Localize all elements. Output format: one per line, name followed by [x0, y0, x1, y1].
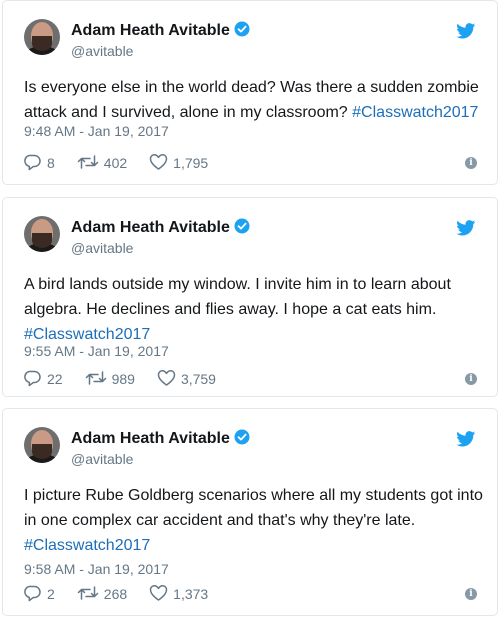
- tweet-card[interactable]: Adam Heath Avitable @avitable I picture …: [2, 408, 498, 616]
- heart-icon: [149, 584, 173, 605]
- reply-icon: [24, 584, 47, 605]
- avatar[interactable]: [24, 19, 60, 55]
- reply-count: 8: [47, 155, 55, 171]
- reply-button[interactable]: 8: [24, 153, 55, 174]
- tweet-timestamp[interactable]: 9:55 AM - Jan 19, 2017: [24, 343, 169, 359]
- author-name[interactable]: Adam Heath Avitable: [71, 219, 230, 236]
- author-handle[interactable]: @avitable: [71, 240, 133, 256]
- reply-button[interactable]: 2: [24, 584, 55, 605]
- verified-badge-icon: [234, 429, 250, 450]
- retweet-icon: [77, 153, 104, 174]
- twitter-bird-icon[interactable]: [456, 23, 476, 44]
- reply-count: 22: [47, 371, 63, 387]
- retweet-button[interactable]: 268: [77, 584, 127, 605]
- retweet-icon: [77, 584, 104, 605]
- author-name[interactable]: Adam Heath Avitable: [71, 22, 230, 39]
- hashtag-link[interactable]: #Classwatch2017: [24, 326, 150, 343]
- verified-badge-icon: [234, 218, 250, 239]
- reply-icon: [24, 369, 47, 390]
- tweet-body: A bird lands outside my window. I invite…: [24, 276, 451, 318]
- tweet-text: Is everyone else in the world dead? Was …: [24, 75, 484, 125]
- hashtag-link[interactable]: #Classwatch2017: [352, 104, 478, 121]
- like-button[interactable]: 1,373: [149, 584, 208, 605]
- retweet-count: 989: [111, 371, 135, 387]
- info-icon[interactable]: i: [465, 373, 477, 385]
- reply-icon: [24, 153, 47, 174]
- tweet-text: I picture Rube Goldberg scenarios where …: [24, 483, 494, 558]
- author-handle[interactable]: @avitable: [71, 451, 133, 467]
- like-count: 3,759: [180, 371, 216, 387]
- retweet-count: 402: [103, 155, 128, 171]
- tweet-actions: 8 402 1,795: [24, 153, 230, 174]
- tweet-text: A bird lands outside my window. I invite…: [24, 272, 484, 347]
- reply-count: 2: [47, 586, 55, 602]
- tweet-timestamp[interactable]: 9:58 AM - Jan 19, 2017: [24, 561, 169, 577]
- retweet-icon: [85, 369, 112, 390]
- verified-badge-icon: [234, 21, 250, 42]
- like-button[interactable]: 1,795: [149, 153, 208, 174]
- avatar[interactable]: [24, 427, 60, 463]
- retweet-button[interactable]: 989: [85, 369, 135, 390]
- retweet-count: 268: [103, 586, 128, 602]
- twitter-bird-icon[interactable]: [456, 431, 476, 452]
- tweet-card[interactable]: Adam Heath Avitable @avitable A bird lan…: [2, 197, 498, 397]
- like-count: 1,373: [173, 586, 209, 602]
- heart-icon: [149, 153, 173, 174]
- tweet-timestamp[interactable]: 9:48 AM - Jan 19, 2017: [24, 123, 169, 139]
- avatar[interactable]: [24, 216, 60, 252]
- tweet-card[interactable]: Adam Heath Avitable @avitable Is everyon…: [2, 0, 498, 185]
- info-icon[interactable]: i: [465, 588, 477, 600]
- author-handle[interactable]: @avitable: [71, 43, 133, 59]
- info-icon[interactable]: i: [465, 157, 477, 169]
- tweet-actions: 2 268 1,373: [24, 584, 230, 605]
- author-name[interactable]: Adam Heath Avitable: [71, 430, 230, 447]
- reply-button[interactable]: 22: [24, 369, 63, 390]
- like-count: 1,795: [173, 155, 209, 171]
- heart-icon: [157, 369, 181, 390]
- tweet-actions: 22 989 3,759: [24, 369, 238, 390]
- retweet-button[interactable]: 402: [77, 153, 127, 174]
- like-button[interactable]: 3,759: [157, 369, 216, 390]
- hashtag-link[interactable]: #Classwatch2017: [24, 537, 150, 554]
- tweet-body: I picture Rube Goldberg scenarios where …: [24, 487, 483, 529]
- twitter-bird-icon[interactable]: [456, 220, 476, 241]
